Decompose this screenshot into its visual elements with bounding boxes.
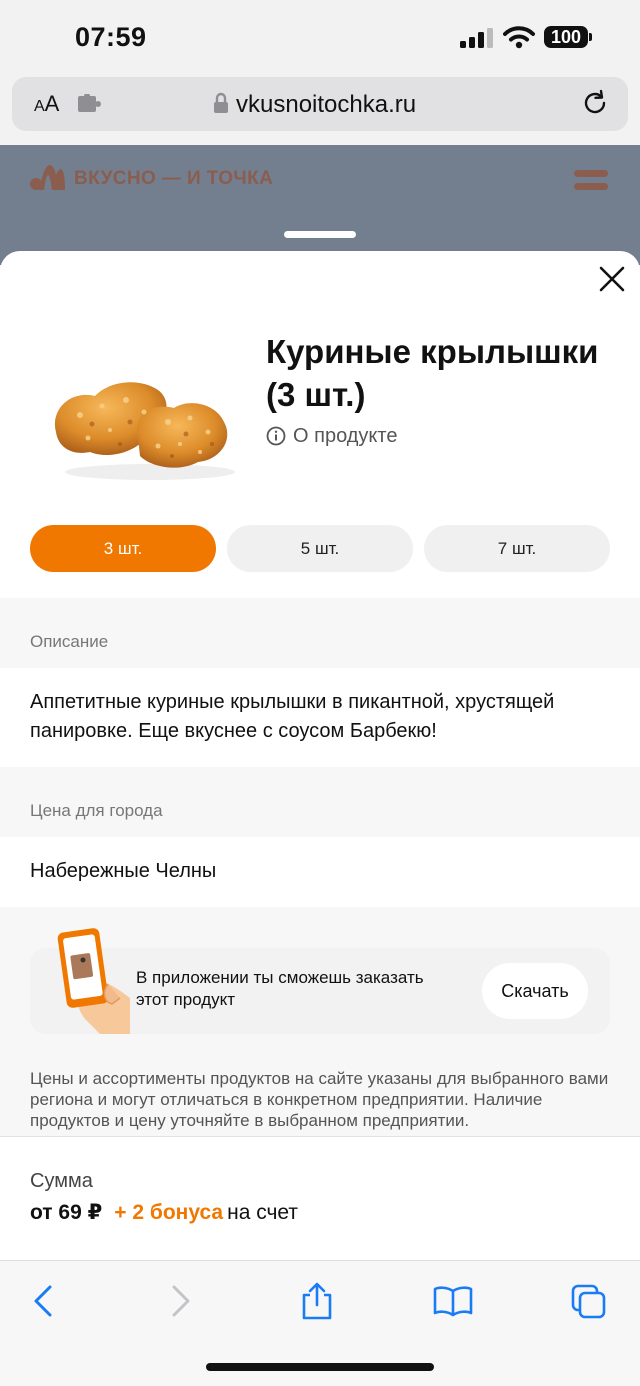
- product-title: Куриные крылышки (3 шт.): [266, 333, 599, 413]
- download-app-button[interactable]: Скачать: [482, 963, 588, 1019]
- sum-footer: [0, 1136, 640, 1261]
- back-icon[interactable]: [30, 1284, 56, 1318]
- bookmarks-icon[interactable]: [433, 1285, 473, 1317]
- cellular-signal-icon: [460, 28, 493, 48]
- url-text[interactable]: vkusnoitochka.ru: [236, 91, 416, 119]
- phone-in-hand-icon: [57, 928, 130, 1034]
- home-indicator[interactable]: [206, 1363, 434, 1371]
- chicken-wings-image: [54, 382, 235, 480]
- brand-logo-text[interactable]: ВКУСНО — И ТОЧКА: [74, 168, 273, 190]
- site-header: [0, 145, 640, 265]
- app-promo-text: В приложении ты сможешь заказать этот пр…: [136, 968, 424, 1009]
- price-line: от 69 ₽ + 2 бонуса на счет: [30, 1200, 298, 1225]
- bonus-suffix: на счет: [227, 1201, 299, 1224]
- reader-settings-button[interactable]: AA: [34, 91, 59, 117]
- wifi-icon: [503, 26, 535, 49]
- info-icon[interactable]: [266, 426, 286, 446]
- sheet-grabber[interactable]: [284, 231, 356, 238]
- portion-option-7[interactable]: 7 шт.: [424, 525, 610, 572]
- description-label: Описание: [30, 632, 109, 651]
- city-label: Цена для города: [30, 801, 163, 820]
- status-time: 07:59: [75, 22, 147, 52]
- battery-tip: [589, 33, 592, 41]
- forward-icon[interactable]: [168, 1284, 194, 1318]
- brand-logo-icon: [30, 165, 65, 190]
- about-product-link[interactable]: О продукте: [293, 425, 397, 448]
- hamburger-menu-icon[interactable]: [574, 168, 608, 192]
- bonus-value: + 2 бонуса: [114, 1201, 224, 1224]
- price-disclaimer: Цены и ассортименты продуктов на сайте у…: [30, 1069, 609, 1130]
- portion-option-5[interactable]: 5 шт.: [227, 525, 413, 572]
- sum-label: Сумма: [30, 1170, 93, 1192]
- share-icon[interactable]: [300, 1281, 334, 1321]
- extension-icon[interactable]: [77, 94, 103, 114]
- close-icon[interactable]: [599, 266, 625, 292]
- portion-option-3[interactable]: 3 шт.: [30, 525, 216, 572]
- reload-icon[interactable]: [581, 89, 609, 117]
- tabs-icon[interactable]: [570, 1283, 608, 1319]
- description-text: Аппетитные куриные крылышки в пикантной,…: [30, 691, 555, 742]
- lock-icon: [214, 92, 228, 113]
- battery-indicator: 100: [544, 26, 588, 48]
- city-name[interactable]: Набережные Челны: [30, 857, 216, 886]
- price-value: от 69 ₽: [30, 1201, 103, 1224]
